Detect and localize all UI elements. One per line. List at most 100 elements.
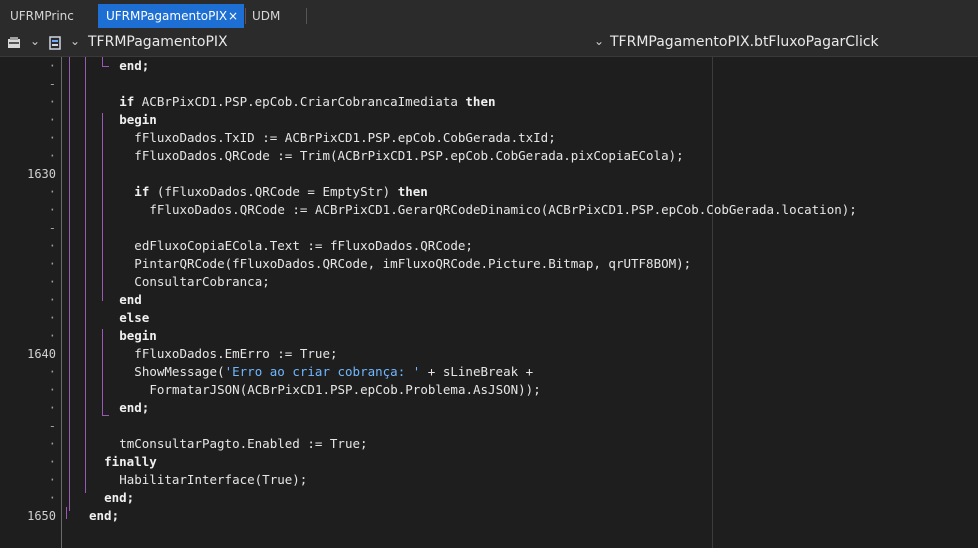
code-line: if ACBrPixCD1.PSP.epCob.CriarCobrancaIme… [119, 93, 495, 111]
line-number: · [48, 365, 56, 379]
code-editor[interactable]: · - · · · · 1630 · · - · · · · · · 1640 · · · - · · · · 1650 end;… [0, 57, 978, 548]
code-line: fFluxoDados.QRCode := Trim(ACBrPixCD1.PS… [134, 147, 683, 165]
code-line: end [119, 291, 142, 309]
code-token: (fFluxoDados.QRCode = EmptyStr) [149, 184, 398, 199]
block-bracket [102, 329, 109, 416]
line-number: · [48, 59, 56, 73]
line-number: · [48, 293, 56, 307]
line-number: · [48, 239, 56, 253]
structure-guide [69, 57, 70, 511]
code-token: fFluxoDados.EmErro := True; [134, 346, 338, 361]
chevron-down-icon[interactable]: ⌄ [594, 34, 604, 48]
line-number: · [48, 473, 56, 487]
code-token: edFluxoCopiaECola.Text := fFluxoDados.QR… [134, 238, 473, 253]
line-number: · [48, 131, 56, 145]
keyword: end; [119, 400, 150, 415]
code-line: end; [89, 507, 119, 525]
code-line: PintarQRCode(fFluxoDados.QRCode, imFluxo… [134, 255, 691, 273]
code-token: HabilitarInterface(True); [119, 472, 308, 487]
code-line: end; [119, 57, 149, 75]
code-navigator-bar: ⌄ ⌄ TFRMPagamentoPIX ⌄ TFRMPagamentoPIX.… [0, 31, 978, 57]
code-line: fFluxoDados.QRCode := ACBrPixCD1.GerarQR… [149, 201, 856, 219]
block-bracket [66, 507, 73, 519]
keyword: end; [104, 490, 135, 505]
string-literal: 'Erro ao criar cobrança: ' [224, 364, 421, 379]
code-line: fFluxoDados.EmErro := True; [134, 345, 337, 363]
code-line: edFluxoCopiaECola.Text := fFluxoDados.QR… [134, 237, 473, 255]
code-token: fFluxoDados.QRCode := Trim(ACBrPixCD1.PS… [134, 148, 684, 163]
keyword: then [465, 94, 496, 109]
line-number: · [48, 257, 56, 271]
class-name-selector[interactable]: TFRMPagamentoPIX [88, 34, 228, 50]
line-number: · [48, 149, 56, 163]
keyword: then [397, 184, 428, 199]
keyword: begin [119, 328, 157, 343]
code-line: finally [104, 453, 157, 471]
line-number: · [48, 311, 56, 325]
code-line: HabilitarInterface(True); [119, 471, 307, 489]
tab-separator [306, 8, 307, 24]
line-number: - [48, 419, 56, 433]
code-line: else [119, 309, 149, 327]
code-token: FormatarJSON(ACBrPixCD1.PSP.epCob.Proble… [149, 382, 541, 397]
keyword: end; [119, 58, 150, 73]
code-line: ShowMessage('Erro ao criar cobrança: ' +… [134, 363, 533, 381]
code-token: ConsultarCobranca; [134, 274, 270, 289]
code-line: begin [119, 111, 157, 129]
line-number: · [48, 329, 56, 343]
line-number: · [48, 185, 56, 199]
code-token: fFluxoDados.TxID := ACBrPixCD1.PSP.epCob… [134, 130, 556, 145]
line-number: · [48, 95, 56, 109]
block-bracket [102, 113, 109, 301]
code-line: end; [104, 489, 134, 507]
code-line: tmConsultarPagto.Enabled := True; [119, 435, 367, 453]
keyword: end; [89, 508, 120, 523]
code-token: PintarQRCode(fFluxoDados.QRCode, imFluxo… [134, 256, 692, 271]
line-number: · [48, 113, 56, 127]
tab-label: UDM [252, 9, 281, 23]
chevron-down-icon[interactable]: ⌄ [30, 34, 40, 48]
line-number: 1650 [27, 509, 56, 523]
line-number: 1630 [27, 167, 56, 181]
line-number: · [48, 437, 56, 451]
code-token: fFluxoDados.QRCode := ACBrPixCD1.GerarQR… [149, 202, 857, 217]
class-icon[interactable] [48, 36, 62, 50]
tab-udm[interactable]: UDM [244, 4, 306, 28]
line-number: 1640 [27, 347, 56, 361]
tab-ufrmpagamentopix[interactable]: UFRMPagamentoPIX × [98, 4, 244, 28]
keyword: end [119, 292, 142, 307]
structure-guide [85, 57, 86, 493]
line-number: - [48, 77, 56, 91]
line-number: · [48, 491, 56, 505]
line-number-gutter: · - · · · · 1630 · · - · · · · · · 1640 · · · - · · · · 1650 [0, 57, 62, 548]
line-number: - [48, 221, 56, 235]
chevron-down-icon[interactable]: ⌄ [70, 34, 80, 48]
line-number: · [48, 275, 56, 289]
method-name-selector[interactable]: TFRMPagamentoPIX.btFluxoPagarClick [610, 34, 879, 50]
keyword: begin [119, 112, 157, 127]
tab-label: UFRMPrinc [10, 9, 74, 23]
keyword: if [134, 184, 150, 199]
code-token: + sLineBreak + [420, 364, 534, 379]
line-number: · [48, 455, 56, 469]
right-margin-line [712, 57, 713, 548]
fold-bar [61, 57, 62, 548]
line-number: · [48, 203, 56, 217]
toolbox-icon[interactable] [7, 36, 21, 50]
keyword: finally [104, 454, 157, 469]
code-line: end; [119, 399, 149, 417]
code-token: ShowMessage( [134, 364, 225, 379]
editor-tab-bar: UFRMPrinc UFRMPagamentoPIX × UDM [0, 0, 978, 32]
keyword: if [119, 94, 135, 109]
code-line: FormatarJSON(ACBrPixCD1.PSP.epCob.Proble… [149, 381, 540, 399]
code-line: begin [119, 327, 157, 345]
keyword: else [119, 310, 150, 325]
block-bracket [102, 57, 109, 67]
code-line: if (fFluxoDados.QRCode = EmptyStr) then [134, 183, 428, 201]
code-line: fFluxoDados.TxID := ACBrPixCD1.PSP.epCob… [134, 129, 555, 147]
tab-label: UFRMPagamentoPIX [106, 9, 228, 23]
code-token: tmConsultarPagto.Enabled := True; [119, 436, 368, 451]
line-number: · [48, 383, 56, 397]
tab-ufrmprinc[interactable]: UFRMPrinc [2, 4, 94, 28]
close-tab-icon[interactable]: × [228, 4, 238, 28]
